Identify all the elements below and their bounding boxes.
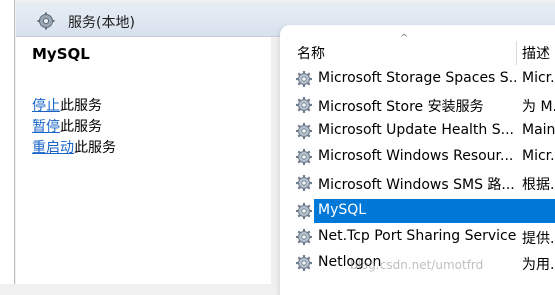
service-gear-icon [295, 228, 313, 246]
service-description: Main... [522, 122, 555, 138]
restart-service-link[interactable]: 重启动 [32, 140, 74, 156]
service-description: 为用... [522, 257, 555, 273]
service-gear-icon [295, 254, 313, 272]
stop-service-suffix: 此服务 [60, 98, 102, 114]
restart-service-suffix: 此服务 [74, 140, 116, 156]
service-gear-icon [295, 96, 313, 114]
service-row[interactable]: Microsoft Store 安装服务 为 M... [280, 93, 555, 117]
watermark: blog.csdn.net/umotfrd [350, 258, 484, 272]
service-description: 提供... [522, 231, 555, 247]
left-tree-strip [0, 0, 15, 284]
service-row[interactable]: Microsoft Storage Spaces S... Micr... [280, 67, 555, 91]
service-name: MySQL [318, 202, 367, 218]
service-name: Microsoft Windows Resour... [318, 148, 514, 164]
service-row[interactable]: Net.Tcp Port Sharing Service 提供... [280, 225, 555, 249]
selected-service-name: MySQL [32, 45, 90, 63]
sort-ascending-icon: ^ [400, 33, 409, 44]
column-separator[interactable] [516, 41, 517, 65]
services-list-panel: ^ 名称 描述 Microsoft Storage Spaces S... Mi… [280, 25, 555, 295]
service-name: Microsoft Store 安装服务 [318, 99, 484, 115]
service-row[interactable]: Microsoft Update Health S... Main... [280, 119, 555, 143]
restart-service-action: 重启动此服务 [32, 137, 116, 157]
column-header-description[interactable]: 描述 [522, 43, 550, 63]
header-title: 服务(本地) [68, 15, 135, 31]
service-name: Microsoft Update Health S... [318, 122, 514, 138]
service-description: Micr... [522, 148, 555, 164]
column-header-name[interactable]: 名称 [297, 43, 325, 63]
pause-service-suffix: 此服务 [60, 119, 102, 135]
service-gear-icon [295, 174, 313, 192]
service-description: 为 M... [522, 99, 555, 115]
service-name: Microsoft Storage Spaces S... [318, 70, 516, 86]
service-gear-icon [295, 148, 313, 166]
service-gear-icon [295, 202, 313, 220]
pause-service-action: 暂停此服务 [32, 116, 102, 136]
service-row-selected[interactable]: MySQL [280, 199, 555, 223]
service-row[interactable]: Microsoft Windows SMS 路... 根据... [280, 171, 555, 195]
service-gear-icon [295, 70, 313, 88]
service-description: 根据... [522, 177, 555, 193]
service-name: Net.Tcp Port Sharing Service [318, 228, 516, 244]
service-row[interactable]: Microsoft Windows Resour... Micr... [280, 145, 555, 169]
service-gear-icon [295, 122, 313, 140]
stop-service-action: 停止此服务 [32, 95, 102, 115]
service-detail-panel: MySQL 停止此服务 暂停此服务 重启动此服务 [16, 37, 271, 284]
service-description: Micr... [522, 70, 555, 86]
services-gear-icon [37, 12, 55, 30]
pause-service-link[interactable]: 暂停 [32, 119, 60, 135]
stop-service-link[interactable]: 停止 [32, 98, 60, 114]
service-name: Microsoft Windows SMS 路... [318, 177, 515, 193]
